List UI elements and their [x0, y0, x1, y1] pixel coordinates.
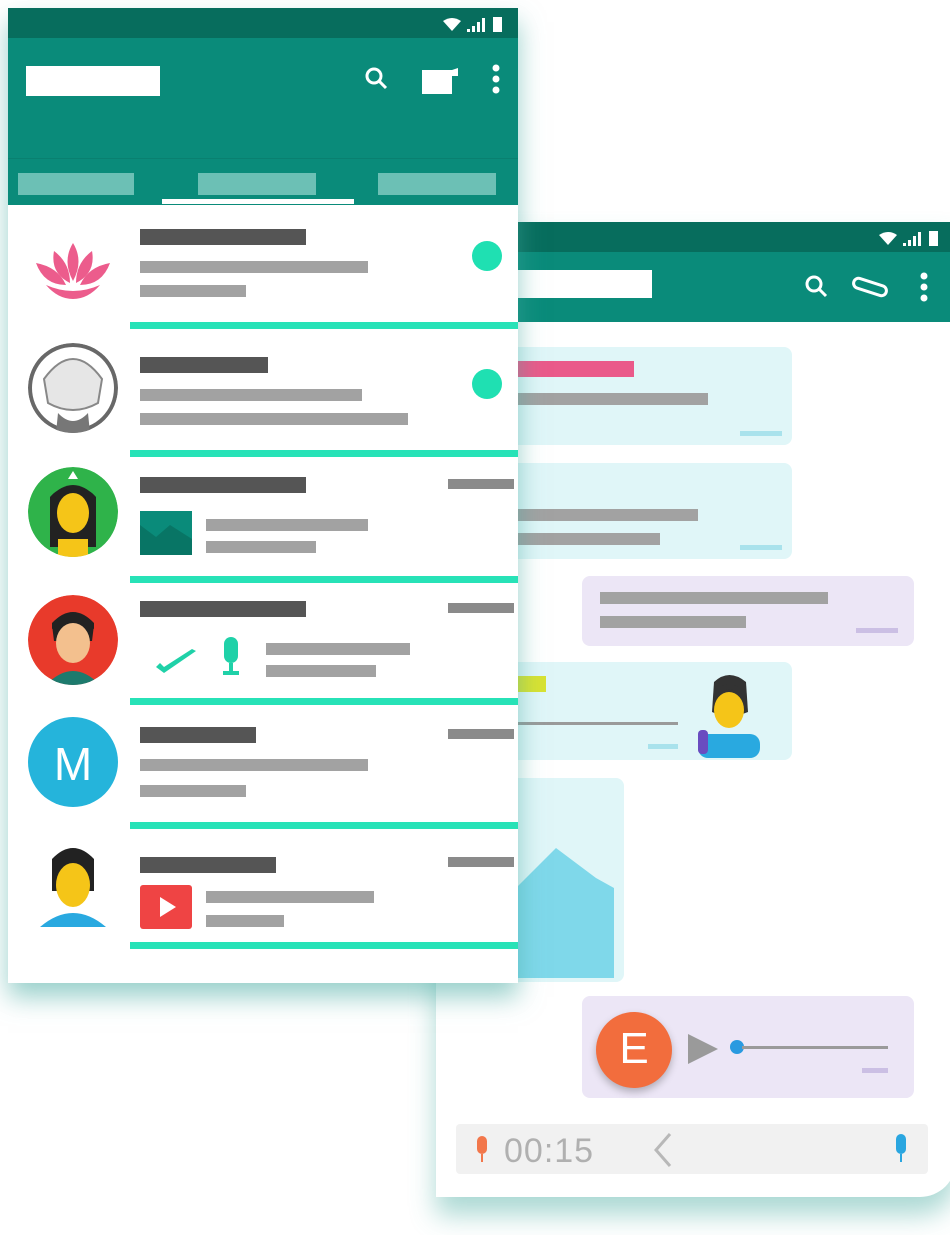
contact-name	[140, 601, 306, 617]
chat-list-screen: M	[8, 8, 518, 983]
voice-progress-track[interactable]	[742, 1046, 888, 1049]
message-preview	[206, 891, 374, 903]
video-icon	[140, 885, 192, 929]
contact-name	[140, 357, 268, 373]
unread-indicator	[472, 369, 502, 399]
avatar-letter: M	[53, 738, 93, 790]
mic-icon	[477, 1136, 487, 1162]
man-avatar	[40, 848, 106, 927]
avatar-letter: E	[619, 1024, 649, 1073]
message-time	[448, 603, 514, 613]
chat-row[interactable]	[8, 453, 518, 583]
message-time	[448, 857, 514, 867]
woman-avatar	[28, 467, 118, 557]
message-preview	[140, 285, 246, 297]
message-text	[600, 592, 828, 604]
message-preview	[140, 389, 362, 401]
outgoing-voice-message[interactable]: E	[582, 996, 914, 1098]
chat-row[interactable]: M	[8, 703, 518, 829]
message-time	[862, 1068, 888, 1073]
row-divider	[130, 942, 518, 949]
tab-2[interactable]	[198, 173, 316, 195]
message-preview	[206, 541, 316, 553]
message-preview	[266, 643, 410, 655]
outgoing-message[interactable]	[582, 576, 914, 646]
status-bar	[8, 8, 518, 38]
message-time	[448, 729, 514, 739]
contact-name	[140, 229, 306, 245]
tab-3[interactable]	[378, 173, 496, 195]
message-preview	[140, 413, 408, 425]
mic-icon	[223, 637, 239, 675]
message-time	[448, 479, 514, 489]
tab-indicator	[162, 199, 354, 204]
status-icons	[879, 228, 938, 246]
message-time	[740, 431, 782, 436]
battery-icon	[929, 231, 938, 246]
image-thumbnail-icon	[140, 511, 192, 555]
contact-name	[140, 477, 306, 493]
message-preview	[140, 785, 246, 797]
more-vert-icon[interactable]	[492, 64, 500, 94]
contact-name	[140, 857, 276, 873]
search-icon[interactable]	[804, 274, 830, 300]
contact-name	[140, 727, 256, 743]
chat-row[interactable]	[8, 827, 518, 952]
mic-icon[interactable]	[892, 1134, 910, 1164]
voice-record-bar[interactable]: 00:15	[456, 1124, 928, 1174]
wifi-icon	[443, 18, 461, 31]
chat-row[interactable]	[8, 581, 518, 706]
record-timer: 00:15	[504, 1132, 595, 1170]
gray-face-avatar	[28, 343, 118, 433]
sender-avatar: E	[596, 1012, 672, 1088]
man-avatar	[28, 595, 118, 685]
chat-row[interactable]	[8, 329, 518, 457]
wifi-icon	[879, 232, 897, 245]
message-text	[600, 616, 746, 628]
letter-avatar: M	[28, 717, 118, 807]
signal-icon	[903, 232, 921, 246]
tab-1[interactable]	[18, 173, 134, 195]
message-preview	[140, 261, 368, 273]
check-icon	[156, 649, 196, 673]
message-preview	[140, 759, 368, 771]
unread-indicator	[472, 241, 502, 271]
message-time	[740, 545, 782, 550]
app-title	[26, 66, 160, 96]
signal-icon	[467, 18, 485, 32]
status-icons	[443, 14, 502, 32]
message-time	[648, 744, 678, 749]
more-vert-icon[interactable]	[920, 272, 928, 302]
play-icon[interactable]	[686, 1032, 720, 1066]
sender-avatar	[698, 675, 760, 758]
row-divider	[130, 322, 518, 329]
attach-icon[interactable]	[850, 276, 890, 298]
message-time	[856, 628, 898, 633]
message-preview	[206, 915, 284, 927]
message-preview	[266, 665, 376, 677]
search-icon[interactable]	[364, 66, 390, 92]
chevron-left-icon[interactable]	[652, 1132, 674, 1168]
app-header	[8, 38, 518, 205]
battery-icon	[493, 17, 502, 32]
message-preview	[206, 519, 368, 531]
lotus-avatar	[36, 243, 110, 299]
tab-bar	[8, 158, 518, 206]
chat-row[interactable]	[8, 205, 518, 330]
chat-icon[interactable]	[422, 68, 458, 96]
